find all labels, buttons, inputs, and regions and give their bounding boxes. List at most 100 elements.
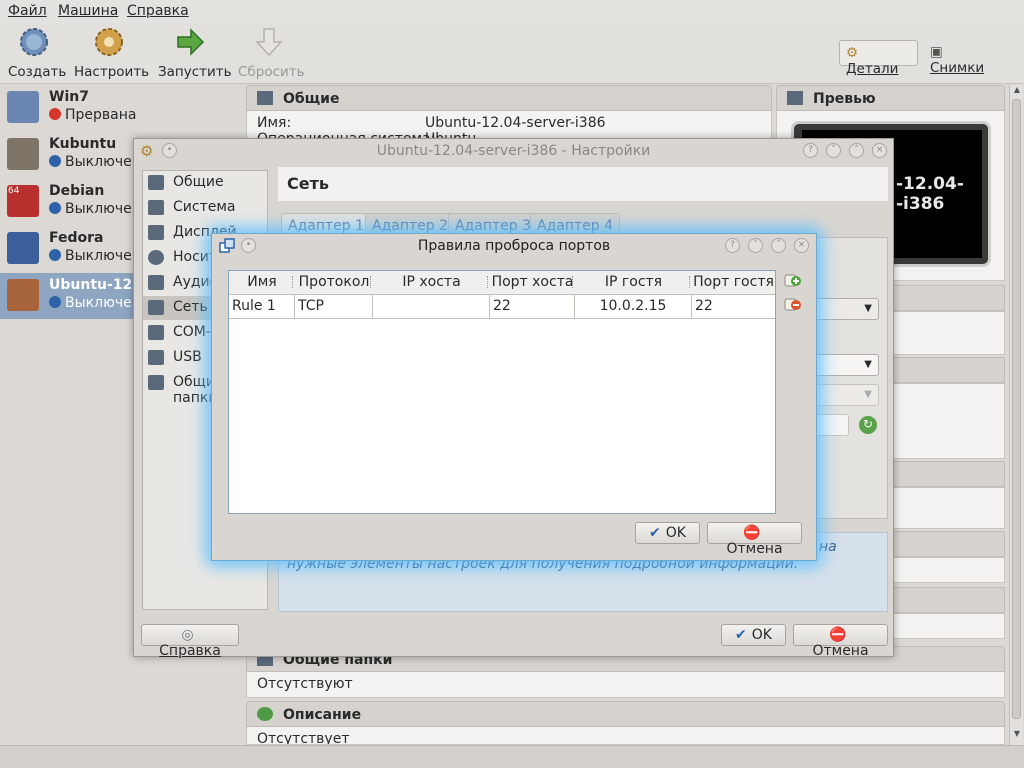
- general-icon: [148, 175, 164, 190]
- column-header-host-port[interactable]: Порт хоста: [490, 271, 575, 295]
- column-header-protocol[interactable]: Протокол: [295, 271, 373, 295]
- snapshots-view-button[interactable]: ▣ Снимки: [924, 40, 1004, 76]
- toolbar: Создать Настроить Запустить Сбросить ⚙ Д…: [0, 24, 1024, 84]
- cell-host-port[interactable]: 22: [490, 295, 575, 319]
- nav-label: Система: [173, 199, 236, 215]
- details-preview-title: Превью: [813, 91, 876, 107]
- start-button[interactable]: Запустить: [158, 26, 232, 80]
- snapshots-label: Снимки: [930, 60, 985, 76]
- arch-badge: 64: [8, 186, 20, 196]
- settings-minimize-icon[interactable]: ˅: [826, 143, 841, 158]
- adapter-name-select[interactable]: ▼: [813, 354, 879, 376]
- refresh-mac-icon[interactable]: ↻: [859, 416, 877, 434]
- settings-title-bar[interactable]: Ubuntu-12.04-server-i386 - Настройки: [134, 139, 893, 163]
- column-separator: [292, 276, 294, 288]
- description-speech-icon: [257, 707, 273, 721]
- details-scrollbar[interactable]: ▲ ▼: [1009, 85, 1023, 745]
- ok-check-icon: ✔: [735, 627, 747, 643]
- settings-close-icon[interactable]: ×: [872, 143, 887, 158]
- general-icon: [257, 91, 273, 105]
- settings-help-icon[interactable]: ?: [803, 143, 818, 158]
- cell-text: TCP: [298, 298, 324, 314]
- nav-item-system[interactable]: Система: [143, 196, 267, 220]
- pf-minimize-icon[interactable]: ˅: [748, 238, 763, 253]
- vm-name: Kubuntu: [49, 136, 117, 152]
- strip: [893, 311, 1005, 355]
- details-view-button[interactable]: ⚙ Детали: [839, 40, 918, 77]
- scroll-thumb[interactable]: [1012, 99, 1021, 719]
- nav-item-general[interactable]: Общие: [143, 171, 267, 195]
- discard-button[interactable]: Сбросить: [238, 26, 305, 80]
- poweroff-state-icon: [49, 202, 61, 214]
- pf-ok-button[interactable]: ✔ OK: [635, 522, 700, 544]
- discard-label: Сбросить: [238, 64, 305, 80]
- menu-help[interactable]: Справка: [127, 3, 189, 19]
- settings-maximize-icon[interactable]: ˄: [849, 143, 864, 158]
- preview-monitor-icon: [787, 91, 803, 105]
- strip: [893, 531, 1005, 557]
- menu-machine[interactable]: Машина: [58, 3, 118, 19]
- cancel-button-label: Отмена: [812, 643, 869, 659]
- settings-button[interactable]: Настроить: [74, 26, 149, 80]
- vm-name: Fedora: [49, 230, 104, 246]
- chevron-down-icon: ▼: [864, 359, 872, 370]
- settings-page-title-text: Сеть: [287, 174, 329, 193]
- details-preview-header[interactable]: Превью: [776, 85, 1005, 111]
- poweroff-state-icon: [49, 249, 61, 261]
- column-separator: [572, 276, 574, 288]
- nav-label: Сеть: [173, 299, 208, 315]
- column-separator: [487, 276, 489, 288]
- windows7-os-icon: [7, 91, 39, 123]
- pf-menu-icon[interactable]: •: [241, 238, 256, 253]
- attached-to-select[interactable]: ▼: [813, 298, 879, 320]
- ok-check-icon: ✔: [649, 525, 661, 541]
- poweroff-state-icon: [49, 296, 61, 308]
- status-bar: [0, 745, 1024, 768]
- pf-maximize-icon[interactable]: ˄: [771, 238, 786, 253]
- column-header-guest-port[interactable]: Порт гостя: [692, 271, 775, 295]
- remove-rule-icon[interactable]: [784, 296, 802, 314]
- cell-name[interactable]: Rule 1: [229, 295, 295, 319]
- port-forwarding-dialog: Правила проброса портов • ? ˅ ˄ × Имя Пр…: [211, 233, 817, 561]
- name-value: Ubuntu-12.04-server-i386: [425, 115, 606, 131]
- vm-item-win7[interactable]: Win7 Прервана: [0, 85, 240, 131]
- mac-address-input[interactable]: [813, 414, 849, 436]
- pf-cancel-button[interactable]: ⛔Отмена: [707, 522, 802, 557]
- scroll-down-icon[interactable]: ▼: [1011, 729, 1023, 741]
- details-label: Детали: [846, 61, 899, 77]
- scroll-up-icon[interactable]: ▲: [1011, 85, 1023, 97]
- network-icon: [148, 300, 164, 315]
- cell-host-ip[interactable]: [373, 295, 490, 319]
- discard-arrow-icon: [255, 28, 283, 57]
- strip: [893, 487, 1005, 529]
- column-separator: [689, 276, 691, 288]
- preview-line-1: -12.04-: [896, 174, 964, 194]
- settings-cancel-button[interactable]: ⛔Отмена: [793, 624, 888, 659]
- settings-help-button[interactable]: ◎Справка: [141, 624, 239, 659]
- settings-ok-button[interactable]: ✔ OK: [721, 624, 786, 646]
- strip: [893, 357, 1005, 383]
- add-rule-icon[interactable]: [784, 272, 802, 290]
- ok-button-label: OK: [751, 627, 772, 643]
- column-header-host-ip[interactable]: IP хоста: [373, 271, 490, 295]
- cancel-stop-icon: ⛔: [829, 627, 847, 643]
- adapter-type-select[interactable]: ▼: [813, 384, 879, 406]
- menu-file[interactable]: Файл: [8, 3, 47, 19]
- details-gear-icon: ⚙: [846, 45, 859, 61]
- cell-protocol[interactable]: TCP: [295, 295, 373, 319]
- tab-label: Адаптер 1: [288, 218, 365, 234]
- display-monitor-icon: [148, 225, 164, 240]
- details-general-header[interactable]: Общие: [246, 85, 772, 111]
- cell-guest-port[interactable]: 22: [692, 295, 775, 319]
- pf-help-icon[interactable]: ?: [725, 238, 740, 253]
- cell-guest-ip[interactable]: 10.0.2.15: [575, 295, 692, 319]
- strip: [893, 557, 1005, 583]
- column-header-name[interactable]: Имя: [229, 271, 295, 295]
- pf-close-icon[interactable]: ×: [794, 238, 809, 253]
- settings-menu-icon[interactable]: •: [162, 143, 177, 158]
- details-description-header[interactable]: Описание: [246, 701, 1005, 727]
- kubuntu-os-icon: [7, 138, 39, 170]
- snapshot-camera-icon: ▣: [930, 44, 943, 60]
- column-header-guest-ip[interactable]: IP гостя: [575, 271, 692, 295]
- create-button[interactable]: Создать: [8, 26, 66, 80]
